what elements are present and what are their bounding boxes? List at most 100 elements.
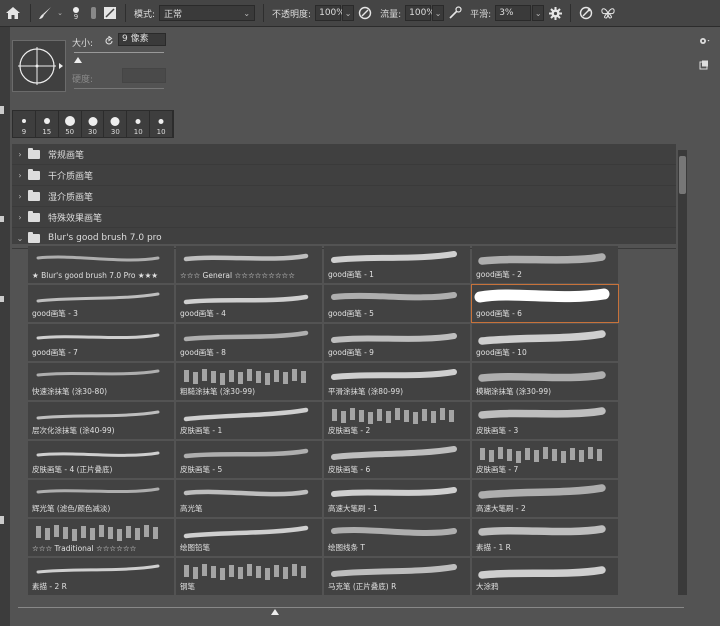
flow-slider-button[interactable]: ⌄ [432, 5, 445, 21]
size-slider-track[interactable] [74, 52, 164, 53]
brush-preset-cell[interactable]: 高速大笔刷 - 2 [472, 480, 618, 517]
brush-preset-cell[interactable]: 皮肤画笔 - 5 [176, 441, 322, 478]
brush-preset-label: good画笔 - 2 [476, 270, 522, 279]
brush-preset-cell[interactable]: 皮肤画笔 - 6 [324, 441, 470, 478]
brush-preset-cell[interactable]: 皮肤画笔 - 7 [472, 441, 618, 478]
brush-preset-cell[interactable]: ☆☆☆ Traditional ☆☆☆☆☆☆ [28, 519, 174, 556]
brush-preset-cell[interactable]: 平滑涂抹笔 (涂80-99) [324, 363, 470, 400]
brush-preset-cell[interactable]: 高光笔 [176, 480, 322, 517]
brush-group-row[interactable]: › 干介质画笔 [12, 165, 676, 186]
brush-preset-cell[interactable]: ☆☆☆ General ☆☆☆☆☆☆☆☆☆ [176, 246, 322, 283]
brush-stroke-preview [36, 525, 158, 541]
brush-preset-cell[interactable]: 素描 - 2 R [28, 558, 174, 595]
brush-preset-cell[interactable]: good画笔 - 7 [28, 324, 174, 361]
opacity-slider-button[interactable]: ⌄ [342, 5, 355, 21]
brush-preset-cell[interactable]: 钢笔 [176, 558, 322, 595]
brush-preset-cell[interactable]: 大涂鸦 [472, 558, 618, 595]
thumbnail-size-slider-track[interactable] [18, 607, 684, 608]
smoothing-field[interactable]: 3% [495, 5, 532, 21]
brush-preset-cell[interactable]: 高速大笔刷 - 1 [324, 480, 470, 517]
brush-preset-cell[interactable]: 皮肤画笔 - 2 [324, 402, 470, 439]
brush-preset-dropdown[interactable]: ⌄ [55, 0, 65, 26]
chevron-right-icon[interactable]: › [12, 213, 28, 222]
chevron-down-icon: ⌄ [243, 9, 251, 18]
brush-size-knob[interactable] [87, 0, 99, 26]
smoothing-slider-button[interactable]: ⌄ [532, 5, 545, 21]
preset-tip-dot [43, 118, 50, 124]
thumbnail-size-slider-thumb[interactable] [271, 609, 279, 615]
brush-preset-cell[interactable]: 素描 - 1 R [472, 519, 618, 556]
brush-preset-label: good画笔 - 6 [476, 309, 522, 318]
edge-marker [0, 216, 4, 222]
brush-preset-cell[interactable]: good画笔 - 8 [176, 324, 322, 361]
opacity-field[interactable]: 100% [315, 5, 345, 21]
mode-dropdown[interactable]: 正常 ⌄ [159, 5, 256, 21]
chevron-right-icon[interactable]: › [12, 171, 28, 180]
folder-icon [28, 168, 40, 180]
flow-field[interactable]: 100% [405, 5, 435, 21]
airbrush-button[interactable] [444, 0, 466, 26]
brush-preset-cell[interactable]: good画笔 - 6 [471, 284, 619, 323]
vertical-scrollbar[interactable] [678, 150, 687, 595]
preset-tip[interactable]: 10 [150, 111, 174, 137]
home-button[interactable] [0, 0, 26, 26]
size-field[interactable]: 9 像素 [118, 33, 166, 46]
brush-preset-cell[interactable]: 皮肤画笔 - 3 [472, 402, 618, 439]
panel-menu-gear-icon[interactable] [698, 36, 710, 46]
brush-preset-cell[interactable]: 模糊涂抹笔 (涂30-99) [472, 363, 618, 400]
brush-preset-cell[interactable]: 马克笔 (正片叠底) R [324, 558, 470, 595]
preset-tip-dot [21, 119, 26, 123]
brush-preset-cell[interactable]: 绘图线条 T [324, 519, 470, 556]
pressure-opacity-button[interactable] [354, 0, 376, 26]
brush-preset-picker[interactable]: 9 [65, 0, 87, 26]
preset-tip[interactable]: 30 [104, 111, 128, 137]
edge-marker [0, 516, 4, 524]
brush-group-row[interactable]: › 常规画笔 [12, 144, 676, 165]
reset-size-icon[interactable] [104, 36, 114, 46]
chevron-right-icon[interactable]: › [12, 150, 28, 159]
preset-tip[interactable]: 9 [13, 111, 36, 137]
chevron-right-icon[interactable]: › [12, 192, 28, 201]
brush-preset-label: good画笔 - 7 [32, 348, 78, 357]
chevron-down-icon[interactable]: ⌄ [12, 234, 28, 243]
brush-preset-cell[interactable]: 层次化涂抹笔 (涂40-99) [28, 402, 174, 439]
hardness-label: 硬度: [72, 75, 94, 85]
brush-preset-cell[interactable]: good画笔 - 3 [28, 285, 174, 322]
brush-preset-cell[interactable]: good画笔 - 9 [324, 324, 470, 361]
brush-preset-cell[interactable]: ★ Blur's good brush 7.0 Pro ★★★ [28, 246, 174, 283]
preset-tip-dot [110, 116, 120, 126]
brush-preset-cell[interactable]: 粗糙涂抹笔 (涂30-99) [176, 363, 322, 400]
brush-preset-label: 皮肤画笔 - 2 [328, 426, 371, 435]
pressure-size-button[interactable] [575, 0, 597, 26]
brush-tool-button[interactable] [35, 0, 55, 26]
preset-tip[interactable]: 50 [59, 111, 82, 137]
preset-tip-size: 30 [88, 128, 97, 136]
recent-brush-tips: 9 15 50 30 30 10 10 [12, 110, 174, 138]
preset-tip[interactable]: 10 [127, 111, 151, 137]
symmetry-button[interactable] [597, 0, 619, 26]
preset-tip[interactable]: 30 [82, 111, 105, 137]
scrollbar-thumb[interactable] [679, 156, 686, 194]
new-brush-icon[interactable] [699, 60, 709, 70]
brush-settings-toggle[interactable] [99, 0, 121, 26]
mode-value: 正常 [164, 9, 183, 20]
brush-preset-label: good画笔 - 10 [476, 348, 527, 357]
brush-group-row[interactable]: › 湿介质画笔 [12, 186, 676, 207]
brush-preset-cell[interactable]: 快速涂抹笔 (涂30-80) [28, 363, 174, 400]
brush-preset-label: good画笔 - 5 [328, 309, 374, 318]
brush-preset-cell[interactable]: 皮肤画笔 - 4 (正片叠底) [28, 441, 174, 478]
brush-preset-cell[interactable]: good画笔 - 10 [472, 324, 618, 361]
smoothing-options-button[interactable] [544, 0, 566, 26]
size-slider-thumb[interactable] [74, 57, 82, 63]
brush-tip-angle-preview[interactable] [12, 40, 66, 92]
brush-preset-cell[interactable]: good画笔 - 1 [324, 246, 470, 283]
brush-group-row[interactable]: › 特殊效果画笔 [12, 207, 676, 228]
brush-preset-cell[interactable]: 绘图铅笔 [176, 519, 322, 556]
brush-preset-label: 钢笔 [180, 582, 195, 591]
preset-tip[interactable]: 15 [36, 111, 59, 137]
brush-preset-cell[interactable]: good画笔 - 4 [176, 285, 322, 322]
brush-preset-cell[interactable]: 辉光笔 (滤色/颜色减淡) [28, 480, 174, 517]
brush-preset-cell[interactable]: 皮肤画笔 - 1 [176, 402, 322, 439]
brush-preset-cell[interactable]: good画笔 - 2 [472, 246, 618, 283]
brush-preset-cell[interactable]: good画笔 - 5 [324, 285, 470, 322]
